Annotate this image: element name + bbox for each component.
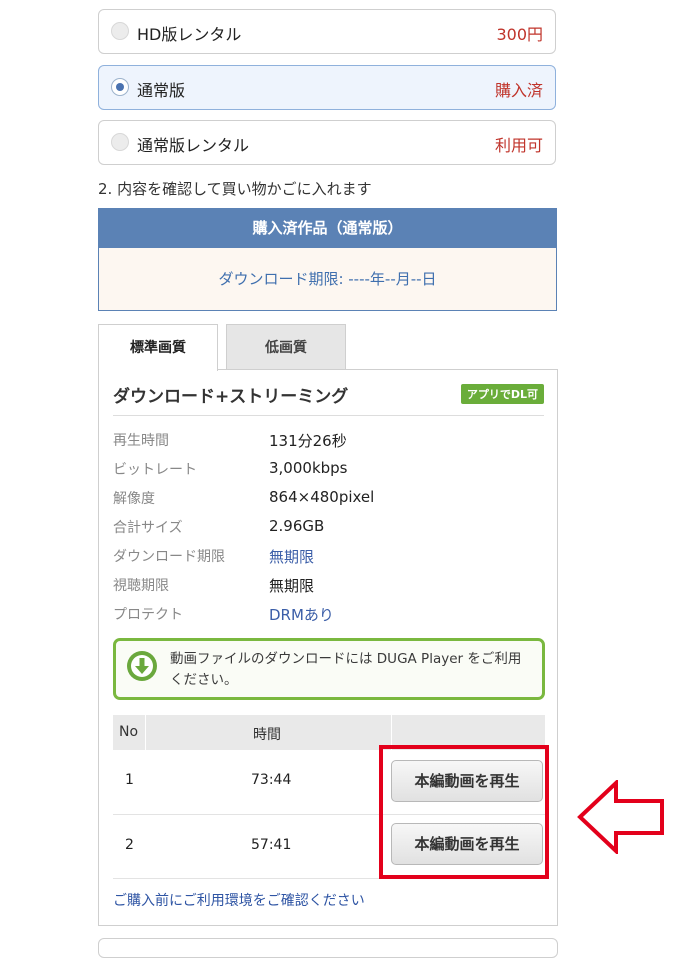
option-status: 購入済: [494, 81, 543, 100]
tab-standard-quality[interactable]: 標準画質: [98, 324, 218, 371]
row-no: 1: [125, 772, 134, 788]
spec-row: 視聴期限 無期限: [113, 575, 533, 597]
spec-key: 視聴期限: [113, 578, 169, 594]
spec-row: ダウンロード期限 無期限: [113, 546, 533, 568]
option-status: 利用可: [494, 136, 543, 155]
col-time: 時間: [253, 727, 281, 743]
spec-row: 合計サイズ 2.96GB: [113, 517, 533, 539]
spec-key: プロテクト: [113, 607, 183, 623]
download-deadline: ダウンロード期限: ----年--月--日: [218, 270, 437, 288]
spec-key: 解像度: [113, 491, 155, 507]
duga-player-notice: 動画ファイルのダウンロードには DUGA Player をご利用ください。: [113, 638, 545, 700]
spec-row: 再生時間 131分26秒: [113, 430, 533, 452]
spec-row: 解像度 864×480pixel: [113, 488, 533, 510]
purchased-box: 購入済作品（通常版） ダウンロード期限: ----年--月--日: [98, 208, 557, 311]
option-standard-rental[interactable]: 通常版レンタル 利用可: [98, 120, 556, 165]
spec-value: 無期限: [269, 577, 315, 595]
app-dl-badge: アプリでDL可: [460, 384, 544, 404]
spec-value: 864×480pixel: [269, 488, 375, 506]
spec-key: ダウンロード期限: [113, 549, 225, 565]
spec-key: 再生時間: [113, 433, 169, 449]
spec-key: 合計サイズ: [113, 520, 183, 536]
spec-row: ビットレート 3,000kbps: [113, 459, 533, 481]
option-label: 通常版: [137, 81, 186, 100]
spec-row: プロテクト DRMあり: [113, 604, 533, 626]
purchased-header: 購入済作品（通常版）: [99, 209, 556, 248]
row-time: 57:41: [251, 837, 292, 853]
spec-value: 3,000kbps: [269, 459, 348, 477]
option-label: 通常版レンタル: [137, 136, 250, 155]
option-label: HD版レンタル: [137, 25, 242, 44]
left-arrow-icon: [577, 780, 664, 854]
radio-hd-rental[interactable]: [111, 22, 129, 40]
step-instruction: 2. 内容を確認して買い物かごに入れます: [98, 180, 372, 198]
radio-standard-rental[interactable]: [111, 133, 129, 151]
spec-value-link[interactable]: DRMあり: [269, 604, 334, 625]
spec-key: ビットレート: [113, 462, 197, 478]
radio-standard[interactable]: [111, 78, 129, 96]
divider: [145, 715, 146, 750]
col-no: No: [119, 724, 139, 740]
spec-value: 131分26秒: [269, 432, 347, 450]
spec-value-link[interactable]: 無期限: [269, 546, 314, 567]
panel-title: ダウンロード+ストリーミング: [113, 387, 349, 407]
row-no: 2: [125, 837, 134, 853]
highlight-box: [379, 745, 549, 879]
next-card: [98, 938, 558, 958]
row-time: 73:44: [251, 772, 292, 788]
option-price: 300円: [496, 25, 543, 44]
download-circle-icon: [127, 651, 157, 681]
spec-value: 2.96GB: [269, 517, 325, 535]
option-hd-rental[interactable]: HD版レンタル 300円: [98, 9, 556, 54]
environment-check-link[interactable]: ご購入前にご利用環境をご確認ください: [113, 890, 365, 910]
notice-text: 動画ファイルのダウンロードには DUGA Player をご利用ください。: [170, 651, 522, 688]
tab-low-quality[interactable]: 低画質: [226, 324, 346, 370]
option-standard[interactable]: 通常版 購入済: [98, 65, 556, 110]
divider: [113, 415, 544, 416]
